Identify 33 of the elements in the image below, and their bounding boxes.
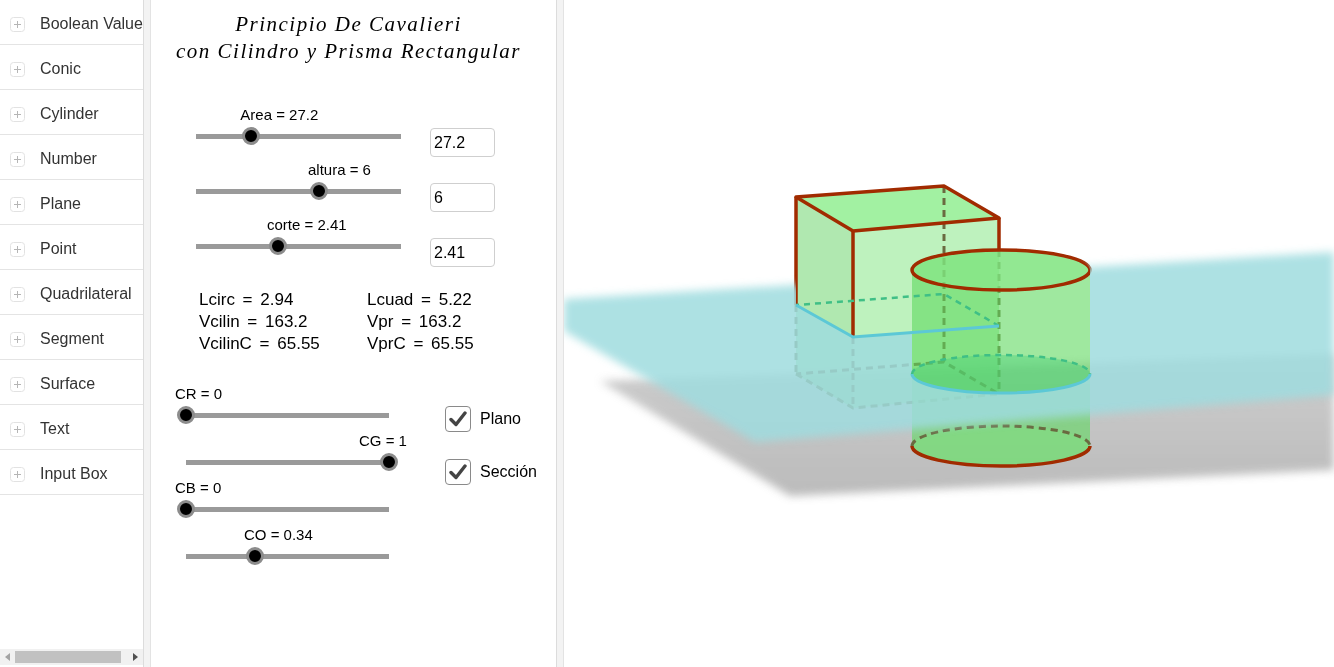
measure-text: Vcilin = 163.2 xyxy=(199,311,308,333)
measure-text: VprC = 65.55 xyxy=(367,333,474,355)
slider-label: Area = 27.2 xyxy=(240,105,319,125)
slider-label: corte = 2.41 xyxy=(267,215,347,235)
slider-label: CG = 1 xyxy=(359,431,407,451)
slider-thumb[interactable] xyxy=(310,182,328,200)
input-field[interactable]: 6 xyxy=(430,183,495,212)
slider-thumb[interactable] xyxy=(242,127,261,145)
checkmark-icon xyxy=(449,464,467,480)
checkbox[interactable] xyxy=(445,406,471,432)
slider-label: CB = 0 xyxy=(175,478,222,498)
checkbox[interactable] xyxy=(445,459,471,485)
slider-label: CO = 0.34 xyxy=(244,525,313,545)
slider-thumb[interactable] xyxy=(177,500,195,518)
measure-text: VcilinC = 65.55 xyxy=(199,333,320,355)
horizontal-scrollbar[interactable] xyxy=(0,649,143,665)
slider-label: CR = 0 xyxy=(175,384,223,404)
checkbox-label: Plano xyxy=(480,410,521,428)
title-text: Principio De Cavalieri xyxy=(235,11,462,38)
checkbox-label: Sección xyxy=(480,463,537,481)
scrollbar-thumb[interactable] xyxy=(15,651,121,663)
slider-thumb[interactable] xyxy=(246,547,264,565)
slider-label: altura = 6 xyxy=(308,160,371,180)
slider-thumb[interactable] xyxy=(269,237,287,255)
input-field[interactable]: 2.41 xyxy=(430,238,495,267)
slider-thumb[interactable] xyxy=(380,453,398,471)
slider-thumb[interactable] xyxy=(177,406,195,424)
measure-text: Vpr = 163.2 xyxy=(367,311,462,333)
measure-text: Lcuad = 5.22 xyxy=(367,289,472,311)
input-field[interactable]: 27.2 xyxy=(430,128,495,157)
title-text: con Cilindro y Prisma Rectangular xyxy=(176,38,521,65)
measure-text: Lcirc = 2.94 xyxy=(199,289,294,311)
checkmark-icon xyxy=(449,411,467,427)
